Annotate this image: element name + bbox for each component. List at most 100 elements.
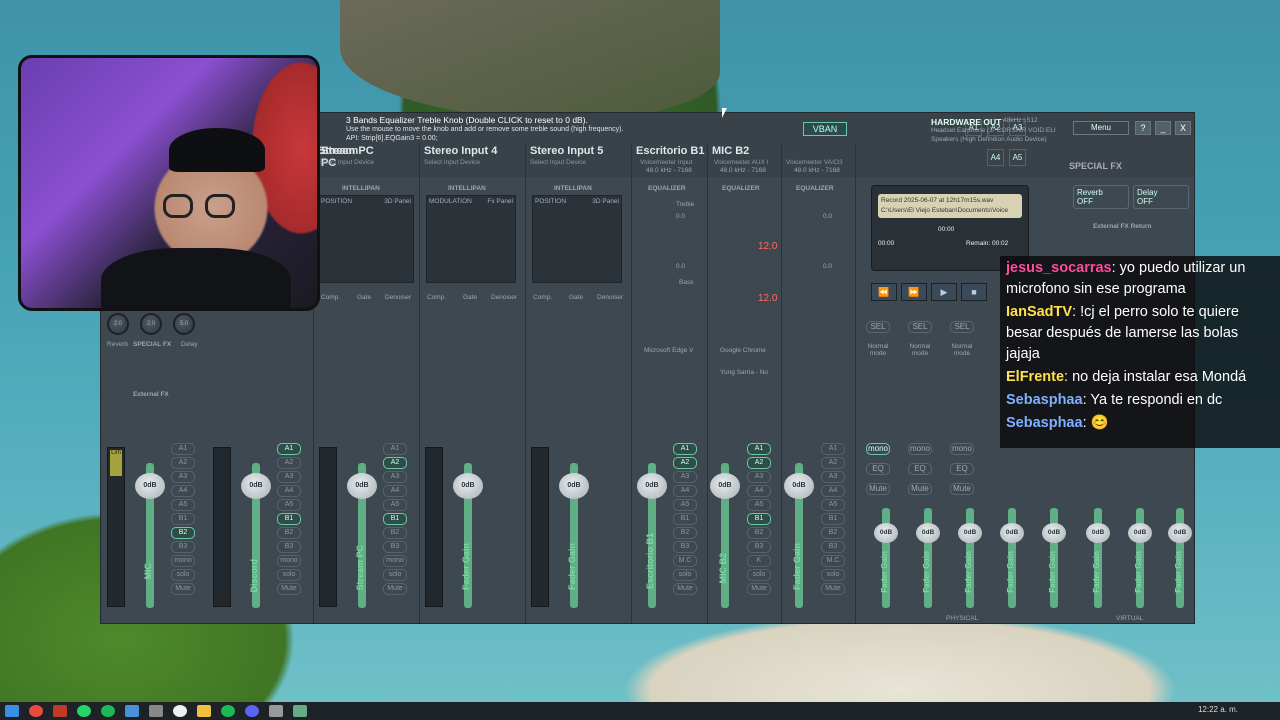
bus-b2[interactable]: B2 bbox=[277, 527, 301, 539]
input-device-select[interactable]: Select Input Device bbox=[318, 159, 374, 166]
whatsapp-icon[interactable] bbox=[77, 705, 91, 717]
knob[interactable]: 2.0 bbox=[140, 313, 162, 335]
solo-button[interactable]: solo bbox=[171, 569, 195, 581]
bus-a5[interactable]: A5 bbox=[277, 499, 301, 511]
fader-knob[interactable]: 0dB bbox=[241, 473, 271, 499]
bus-b3[interactable]: B3 bbox=[277, 541, 301, 553]
out-mute-button[interactable]: Mute bbox=[950, 483, 974, 495]
out-fader-knob[interactable]: 0dB bbox=[1000, 523, 1024, 543]
hardware-device-2[interactable]: Speakers (High Definition Audio Device) bbox=[931, 136, 1047, 143]
out-eq-button[interactable]: EQ bbox=[866, 463, 890, 475]
menu-button[interactable]: Menu bbox=[1073, 121, 1129, 135]
bus-a4[interactable]: A4 bbox=[277, 485, 301, 497]
bus-a5[interactable]: A5 bbox=[383, 499, 407, 511]
out-fader-knob[interactable]: 0dB bbox=[1042, 523, 1066, 543]
pan-panel[interactable]: MODULATION Fx Panel bbox=[426, 195, 516, 283]
out-mute-button[interactable]: Mute bbox=[908, 483, 932, 495]
out-mono-button[interactable]: mono bbox=[950, 443, 974, 455]
bus-a3[interactable]: A3 bbox=[383, 471, 407, 483]
folder-icon[interactable] bbox=[197, 705, 211, 717]
bus-b3[interactable]: B3 bbox=[821, 541, 845, 553]
mute-button[interactable]: Mute bbox=[383, 583, 407, 595]
bus-a5[interactable]: A5 bbox=[747, 499, 771, 511]
chrome-icon[interactable] bbox=[29, 705, 43, 717]
bus-b2[interactable]: B2 bbox=[747, 527, 771, 539]
bus-a5[interactable]: A5 bbox=[821, 499, 845, 511]
knob[interactable]: 2.0 bbox=[107, 313, 129, 335]
bus-b1[interactable]: B1 bbox=[673, 513, 697, 525]
out-mono-button[interactable]: mono bbox=[908, 443, 932, 455]
strip-name[interactable]: Stream PC bbox=[318, 145, 374, 157]
out-fader-knob[interactable]: 0dB bbox=[874, 523, 898, 543]
strip-name[interactable]: MIC B2 bbox=[712, 145, 749, 157]
k-button[interactable]: K bbox=[747, 555, 771, 567]
fader-knob[interactable]: 0dB bbox=[784, 473, 814, 499]
bus-a3[interactable]: A3 bbox=[747, 471, 771, 483]
delay-toggle[interactable]: Delay OFF bbox=[1133, 185, 1189, 209]
bus-a4[interactable]: A4 bbox=[171, 485, 195, 497]
mute-button[interactable]: Mute bbox=[747, 583, 771, 595]
strip-name[interactable]: Stereo Input 5 bbox=[530, 145, 603, 157]
bus-a2[interactable]: A2 bbox=[277, 457, 301, 469]
bus-a4[interactable]: A4 bbox=[383, 485, 407, 497]
solo-button[interactable]: solo bbox=[747, 569, 771, 581]
fast-forward-button[interactable]: ⏩ bbox=[901, 283, 927, 301]
out-fader-knob[interactable]: 0dB bbox=[1128, 523, 1152, 543]
windows-start-icon[interactable] bbox=[5, 705, 19, 717]
solo-button[interactable]: solo bbox=[383, 569, 407, 581]
bus-a2[interactable]: A2 bbox=[747, 457, 771, 469]
strip-name[interactable]: Escritorio B1 bbox=[636, 145, 704, 157]
bus-b1[interactable]: B1 bbox=[821, 513, 845, 525]
fader-knob[interactable]: 0dB bbox=[710, 473, 740, 499]
bus-a3[interactable]: A3 bbox=[673, 471, 697, 483]
bus-b1[interactable]: B1 bbox=[383, 513, 407, 525]
bus-a3[interactable]: A3 bbox=[277, 471, 301, 483]
solo-button[interactable]: solo bbox=[673, 569, 697, 581]
bus-a5[interactable]: A5 bbox=[171, 499, 195, 511]
limiter-indicator[interactable]: Lim bbox=[110, 450, 122, 476]
bus-a3[interactable]: A3 bbox=[821, 471, 845, 483]
bus-a1[interactable]: A1 bbox=[171, 443, 195, 455]
out-eq-button[interactable]: EQ bbox=[950, 463, 974, 475]
bus-b2[interactable]: B2 bbox=[171, 527, 195, 539]
bus-a1[interactable]: A1 bbox=[673, 443, 697, 455]
play-button[interactable]: ▶ bbox=[931, 283, 957, 301]
bus-a1[interactable]: A1 bbox=[277, 443, 301, 455]
bus-b2[interactable]: B2 bbox=[821, 527, 845, 539]
mono-button[interactable]: mono bbox=[383, 555, 407, 567]
fader-knob[interactable]: 0dB bbox=[637, 473, 667, 499]
bus-b1[interactable]: B1 bbox=[277, 513, 301, 525]
bus-a5[interactable]: A5 bbox=[673, 499, 697, 511]
bus-a1[interactable]: A1 bbox=[747, 443, 771, 455]
bus-a2[interactable]: A2 bbox=[673, 457, 697, 469]
clock[interactable]: 12:22 a. m. bbox=[1198, 705, 1238, 714]
mc-button[interactable]: M.C bbox=[673, 555, 697, 567]
solo-button[interactable]: solo bbox=[821, 569, 845, 581]
bus-a1[interactable]: A1 bbox=[383, 443, 407, 455]
app-icon[interactable] bbox=[53, 705, 67, 717]
fader-knob[interactable]: 0dB bbox=[559, 473, 589, 499]
mute-button[interactable]: Mute bbox=[277, 583, 301, 595]
out-mute-button[interactable]: Mute bbox=[866, 483, 890, 495]
obs-icon[interactable] bbox=[173, 705, 187, 717]
app-icon[interactable] bbox=[269, 705, 283, 717]
fader-knob[interactable]: 0dB bbox=[347, 473, 377, 499]
fader-knob[interactable]: 0dB bbox=[135, 473, 165, 499]
bus-a1[interactable]: A1 bbox=[821, 443, 845, 455]
sel-a3[interactable]: SEL bbox=[950, 321, 974, 333]
spotify-icon[interactable] bbox=[101, 705, 115, 717]
input-device-select[interactable]: Select Input Device bbox=[424, 159, 480, 166]
bus-b2[interactable]: B2 bbox=[673, 527, 697, 539]
out-mono-button[interactable]: mono bbox=[866, 443, 890, 455]
bus-a4[interactable]: A4 bbox=[673, 485, 697, 497]
knob[interactable]: 5.0 bbox=[173, 313, 195, 335]
out-fader-knob[interactable]: 0dB bbox=[1086, 523, 1110, 543]
bus-b2[interactable]: B2 bbox=[383, 527, 407, 539]
bus-a4[interactable]: A4 bbox=[821, 485, 845, 497]
bus-b3[interactable]: B3 bbox=[673, 541, 697, 553]
help-button[interactable]: ? bbox=[1135, 121, 1151, 135]
bus-a2[interactable]: A2 bbox=[171, 457, 195, 469]
discord-icon[interactable] bbox=[245, 705, 259, 717]
solo-button[interactable]: solo bbox=[277, 569, 301, 581]
stop-button[interactable]: ■ bbox=[961, 283, 987, 301]
